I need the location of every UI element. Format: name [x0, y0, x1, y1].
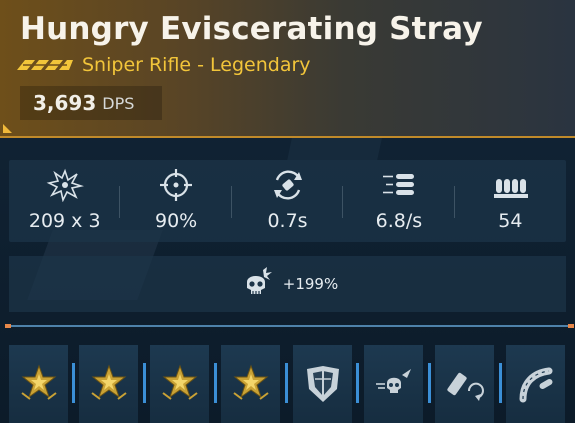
armor-plate-icon — [306, 366, 339, 402]
item-type-rarity: Sniper Rifle - Legendary — [82, 54, 311, 76]
gold-star-badge-icon — [161, 364, 198, 400]
legendary-chevrons-icon — [17, 60, 73, 70]
slot-divider — [356, 363, 359, 403]
slot-1[interactable] — [9, 345, 68, 423]
slot-divider — [428, 363, 431, 403]
section-divider — [5, 324, 574, 328]
stat-value: 6.8/s — [375, 210, 423, 232]
stat-value: 0.7s — [267, 210, 308, 232]
stat-reload[interactable]: 0.7s — [232, 160, 344, 242]
item-header: Hungry Eviscerating Stray Sniper Rifle -… — [0, 0, 575, 138]
gold-star-badge-icon — [20, 364, 57, 400]
corner-marker — [3, 124, 12, 133]
reload-icon — [273, 170, 302, 200]
skull-projectile-icon — [375, 369, 411, 393]
stat-value: 90% — [154, 210, 198, 232]
curved-magazine-icon — [519, 367, 552, 403]
slot-7[interactable] — [435, 345, 494, 423]
dps-unit: DPS — [102, 93, 135, 113]
stat-ammo[interactable]: 54 — [455, 160, 566, 242]
skull-damage-icon — [246, 267, 272, 294]
fire-rate-icon — [382, 174, 414, 195]
slot-divider — [499, 363, 502, 403]
stat-fire-rate[interactable]: 6.8/s — [343, 160, 455, 242]
slot-2[interactable] — [79, 345, 138, 423]
slot-divider — [72, 363, 75, 403]
slot-divider — [214, 363, 217, 403]
stat-value: 209 x 3 — [28, 210, 101, 232]
magazine-reload-icon — [446, 372, 484, 401]
slot-8[interactable] — [506, 345, 565, 423]
slot-6[interactable] — [364, 345, 423, 423]
dps-value: 3,693 — [33, 91, 97, 115]
slot-divider — [285, 363, 288, 403]
ammo-icon — [494, 179, 529, 198]
stats-panel: 209 x 3 90% 0.7s 6.8/s 54 — [9, 160, 566, 242]
damage-burst-icon — [46, 168, 84, 202]
stat-damage[interactable]: 209 x 3 — [9, 160, 121, 242]
weapon-card: Hungry Eviscerating Stray Sniper Rifle -… — [0, 0, 575, 423]
item-name: Hungry Eviscerating Stray — [20, 11, 483, 47]
perk-bonus-value: +199% — [282, 275, 339, 293]
mod-slots — [9, 345, 575, 423]
perk-bonus-row[interactable]: +199% — [9, 256, 566, 312]
crosshair-icon — [160, 169, 193, 201]
stat-accuracy[interactable]: 90% — [120, 160, 232, 242]
gold-star-badge-icon — [90, 364, 127, 400]
slot-divider — [143, 363, 146, 403]
stat-value: 54 — [498, 210, 523, 232]
slot-5[interactable] — [293, 345, 352, 423]
dps-badge: 3,693 DPS — [20, 86, 162, 120]
slot-4[interactable] — [221, 345, 280, 423]
gold-star-badge-icon — [232, 364, 269, 400]
slot-3[interactable] — [150, 345, 209, 423]
